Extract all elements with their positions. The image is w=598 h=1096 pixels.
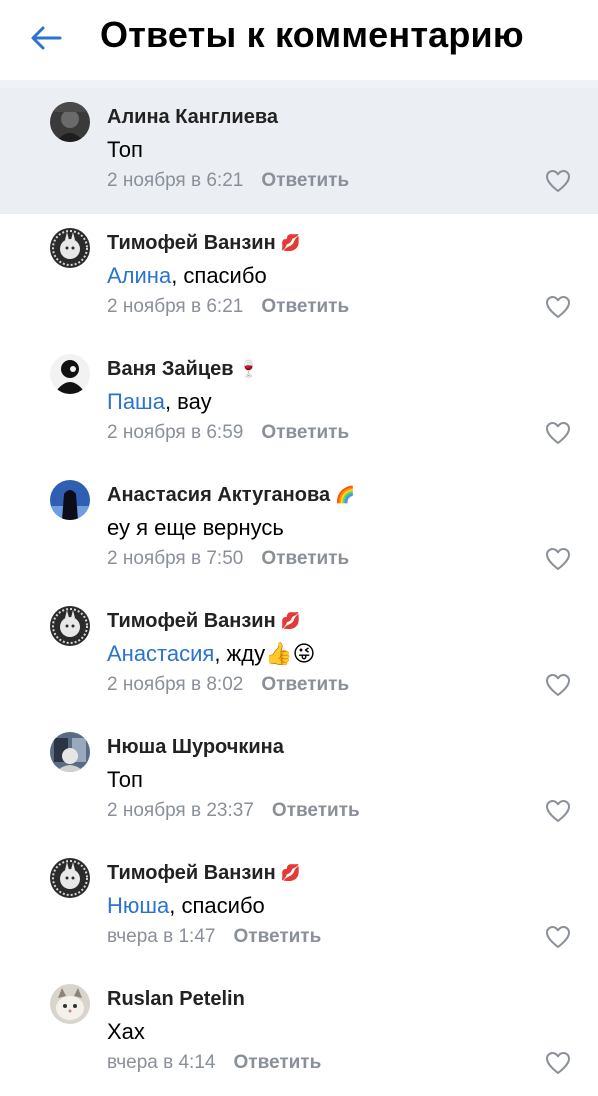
avatar[interactable] — [50, 354, 90, 394]
comment-author[interactable]: Алина Канглиева — [107, 106, 278, 129]
comment-text: Топ — [107, 137, 143, 163]
comment-author[interactable]: Тимофей Ванзин 💋 — [107, 862, 301, 885]
comment-author[interactable]: Тимофей Ванзин 💋 — [107, 610, 301, 633]
comment-text: Паша, вау — [107, 389, 212, 415]
comment-body: Топ — [107, 137, 143, 162]
heart-outline-icon[interactable] — [544, 294, 572, 320]
author-name: Ruslan Petelin — [107, 988, 245, 1010]
reply-button[interactable]: Ответить — [261, 548, 349, 569]
comment-body: еу я еще вернусь — [107, 515, 284, 540]
page-title: Ответы к комментарию — [100, 14, 524, 55]
heart-outline-icon[interactable] — [544, 924, 572, 950]
reply-button[interactable]: Ответить — [261, 674, 349, 695]
comment-meta: 2 ноября в 6:59 Ответить — [107, 422, 349, 444]
reply-button[interactable]: Ответить — [272, 800, 360, 821]
comment-body: Топ — [107, 767, 143, 792]
comment-item: Тимофей Ванзин 💋 Анастасия, жду👍😜 2 нояб… — [0, 592, 598, 718]
comments-list: Алина Канглиева Топ 2 ноября в 6:21 Ответ… — [0, 88, 598, 1096]
reply-button[interactable]: Ответить — [261, 296, 349, 317]
comment-body: Хах — [107, 1019, 145, 1044]
comment-author[interactable]: Нюша Шурочкина — [107, 736, 284, 759]
lips-emoji-icon: 💋 — [280, 612, 301, 630]
heart-outline-icon[interactable] — [544, 798, 572, 824]
comment-date: 2 ноября в 7:50 — [107, 548, 244, 569]
comment-author[interactable]: Ваня Зайцев 🍷 — [107, 358, 258, 381]
author-name: Нюша Шурочкина — [107, 736, 284, 758]
comment-author[interactable]: Тимофей Ванзин 💋 — [107, 232, 301, 255]
comment-date: 2 ноября в 6:59 — [107, 422, 244, 443]
author-name: Тимофей Ванзин — [107, 610, 276, 632]
reply-button[interactable]: Ответить — [261, 170, 349, 191]
reply-button[interactable]: Ответить — [233, 1052, 321, 1073]
comment-item: Тимофей Ванзин 💋 Алина, спасибо 2 ноября… — [0, 214, 598, 340]
avatar[interactable] — [50, 858, 90, 898]
comment-date: вчера в 1:47 — [107, 926, 216, 947]
comment-date: 2 ноября в 23:37 — [107, 800, 254, 821]
app-header: Ответы к комментарию — [0, 0, 598, 80]
reply-button[interactable]: Ответить — [261, 422, 349, 443]
mention-link[interactable]: Алина — [107, 263, 171, 288]
comment-item: Алина Канглиева Топ 2 ноября в 6:21 Ответ… — [0, 88, 598, 214]
comment-meta: 2 ноября в 6:21 Ответить — [107, 296, 349, 318]
arrow-left-icon — [31, 26, 62, 50]
author-name: Ваня Зайцев — [107, 358, 234, 380]
mention-link[interactable]: Паша — [107, 389, 165, 414]
heart-outline-icon[interactable] — [544, 546, 572, 572]
author-name: Тимофей Ванзин — [107, 232, 276, 254]
comment-item: Анастасия Актуганова 🌈 еу я еще вернусь … — [0, 466, 598, 592]
comment-meta: 2 ноября в 7:50 Ответить — [107, 548, 349, 570]
heart-outline-icon[interactable] — [544, 168, 572, 194]
comment-text: Анастасия, жду👍😜 — [107, 641, 315, 667]
comment-body: , вау — [164, 389, 212, 414]
comment-item: Ваня Зайцев 🍷 Паша, вау 2 ноября в 6:59 О… — [0, 340, 598, 466]
comment-body: , спасибо — [169, 893, 265, 918]
comment-date: 2 ноября в 6:21 — [107, 170, 244, 191]
comment-body: , жду — [214, 641, 266, 666]
heart-outline-icon[interactable] — [544, 672, 572, 698]
avatar[interactable] — [50, 102, 90, 142]
comment-date: вчера в 4:14 — [107, 1052, 216, 1073]
heart-outline-icon[interactable] — [544, 420, 572, 446]
mention-link[interactable]: Нюша — [107, 893, 169, 918]
comment-date: 2 ноября в 8:02 — [107, 674, 244, 695]
thumbs-up-wink-emoji-icon: 👍😜 — [265, 641, 316, 666]
back-button[interactable] — [22, 16, 70, 60]
comment-date: 2 ноября в 6:21 — [107, 296, 244, 317]
avatar[interactable] — [50, 732, 90, 772]
rainbow-emoji-icon: 🌈 — [335, 486, 356, 504]
comment-item: Нюша Шурочкина Топ 2 ноября в 23:37 Ответ… — [0, 718, 598, 844]
comment-meta: 2 ноября в 8:02 Ответить — [107, 674, 349, 696]
heart-outline-icon[interactable] — [544, 1050, 572, 1076]
comment-author[interactable]: Анастасия Актуганова 🌈 — [107, 484, 355, 507]
comment-meta: 2 ноября в 23:37 Ответить — [107, 800, 360, 822]
author-name: Алина Канглиева — [107, 106, 278, 128]
comment-body: , спасибо — [171, 263, 267, 288]
reply-button[interactable]: Ответить — [233, 926, 321, 947]
comment-item: Тимофей Ванзин 💋 Нюша, спасибо вчера в 1… — [0, 844, 598, 970]
comment-meta: вчера в 1:47 Ответить — [107, 926, 321, 948]
avatar[interactable] — [50, 480, 90, 520]
avatar[interactable] — [50, 984, 90, 1024]
author-name: Анастасия Актуганова — [107, 484, 331, 506]
mention-link[interactable]: Анастасия — [107, 641, 214, 666]
avatar[interactable] — [50, 606, 90, 646]
comment-text: Топ — [107, 767, 143, 793]
comment-text: Нюша, спасибо — [107, 893, 265, 919]
comment-text: Алина, спасибо — [107, 263, 267, 289]
comment-author[interactable]: Ruslan Petelin — [107, 988, 245, 1011]
comment-text: еу я еще вернусь — [107, 515, 284, 541]
lips-emoji-icon: 💋 — [280, 234, 301, 252]
comment-meta: вчера в 4:14 Ответить — [107, 1052, 321, 1074]
author-name: Тимофей Ванзин — [107, 862, 276, 884]
comment-item: Ruslan Petelin Хах вчера в 4:14 Ответить — [0, 970, 598, 1096]
comment-meta: 2 ноября в 6:21 Ответить — [107, 170, 349, 192]
header-divider — [0, 80, 598, 88]
avatar[interactable] — [50, 228, 90, 268]
wine-glass-emoji-icon: 🍷 — [238, 360, 259, 378]
lips-emoji-icon: 💋 — [280, 864, 301, 882]
comment-text: Хах — [107, 1019, 145, 1045]
